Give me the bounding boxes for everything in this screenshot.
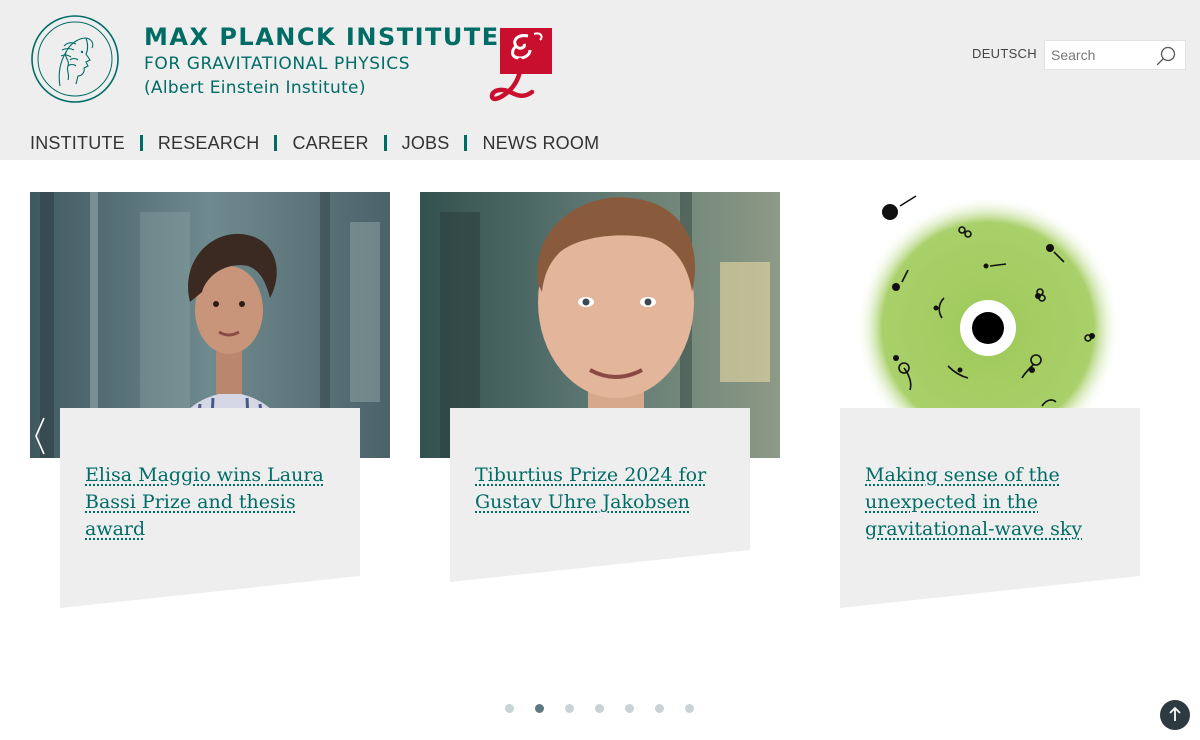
institute-name[interactable]: MAX PLANCK INSTITUTE FOR GRAVITATIONAL P… <box>144 22 500 100</box>
minerva-seal-icon[interactable] <box>30 14 120 104</box>
institute-name-line1: MAX PLANCK INSTITUTE <box>144 23 500 51</box>
nav-item-institute[interactable]: INSTITUTE <box>30 133 125 154</box>
nav-separator <box>383 135 387 151</box>
institute-name-line2: FOR GRAVITATIONAL PHYSICS <box>144 54 411 74</box>
news-card-title[interactable]: Elisa Maggio wins Laura Bassi Prize and … <box>85 462 345 543</box>
nav-item-jobs[interactable]: JOBS <box>402 133 450 154</box>
carousel-dot-2[interactable] <box>535 704 544 713</box>
aei-logo-icon[interactable] <box>488 26 558 106</box>
carousel-dot-7[interactable] <box>685 704 694 713</box>
news-card-caption: Elisa Maggio wins Laura Bassi Prize and … <box>60 408 360 608</box>
main-nav: INSTITUTE RESEARCH CAREER JOBS NEWS ROOM <box>30 132 599 154</box>
carousel-dot-6[interactable] <box>655 704 664 713</box>
carousel-dot-5[interactable] <box>625 704 634 713</box>
news-card-title[interactable]: Tiburtius Prize 2024 for Gustav Uhre Jak… <box>475 462 735 516</box>
carousel-pagination <box>505 704 715 713</box>
news-card-title[interactable]: Making sense of the unexpected in the gr… <box>865 462 1125 543</box>
carousel-dot-4[interactable] <box>595 704 604 713</box>
nav-item-career[interactable]: CAREER <box>292 133 368 154</box>
news-card-caption: Making sense of the unexpected in the gr… <box>840 408 1140 608</box>
search-input[interactable] <box>1045 41 1157 69</box>
nav-item-research[interactable]: RESEARCH <box>158 133 260 154</box>
nav-separator <box>274 135 278 151</box>
nav-separator <box>464 135 468 151</box>
arrow-up-icon <box>1169 706 1181 721</box>
institute-name-line3: (Albert Einstein Institute) <box>144 78 366 98</box>
carousel-dot-3[interactable] <box>565 704 574 713</box>
news-card-caption: Tiburtius Prize 2024 for Gustav Uhre Jak… <box>450 408 750 608</box>
nav-item-news-room[interactable]: NEWS ROOM <box>482 133 599 154</box>
language-switch-link[interactable]: DEUTSCH <box>972 46 1037 61</box>
chevron-left-icon[interactable] <box>32 414 48 458</box>
search-box <box>1044 40 1186 70</box>
carousel-dot-1[interactable] <box>505 704 514 713</box>
search-icon[interactable] <box>1155 45 1177 67</box>
back-to-top-button[interactable] <box>1160 700 1190 730</box>
nav-separator <box>139 135 143 151</box>
site-header: MAX PLANCK INSTITUTE FOR GRAVITATIONAL P… <box>0 0 1200 160</box>
